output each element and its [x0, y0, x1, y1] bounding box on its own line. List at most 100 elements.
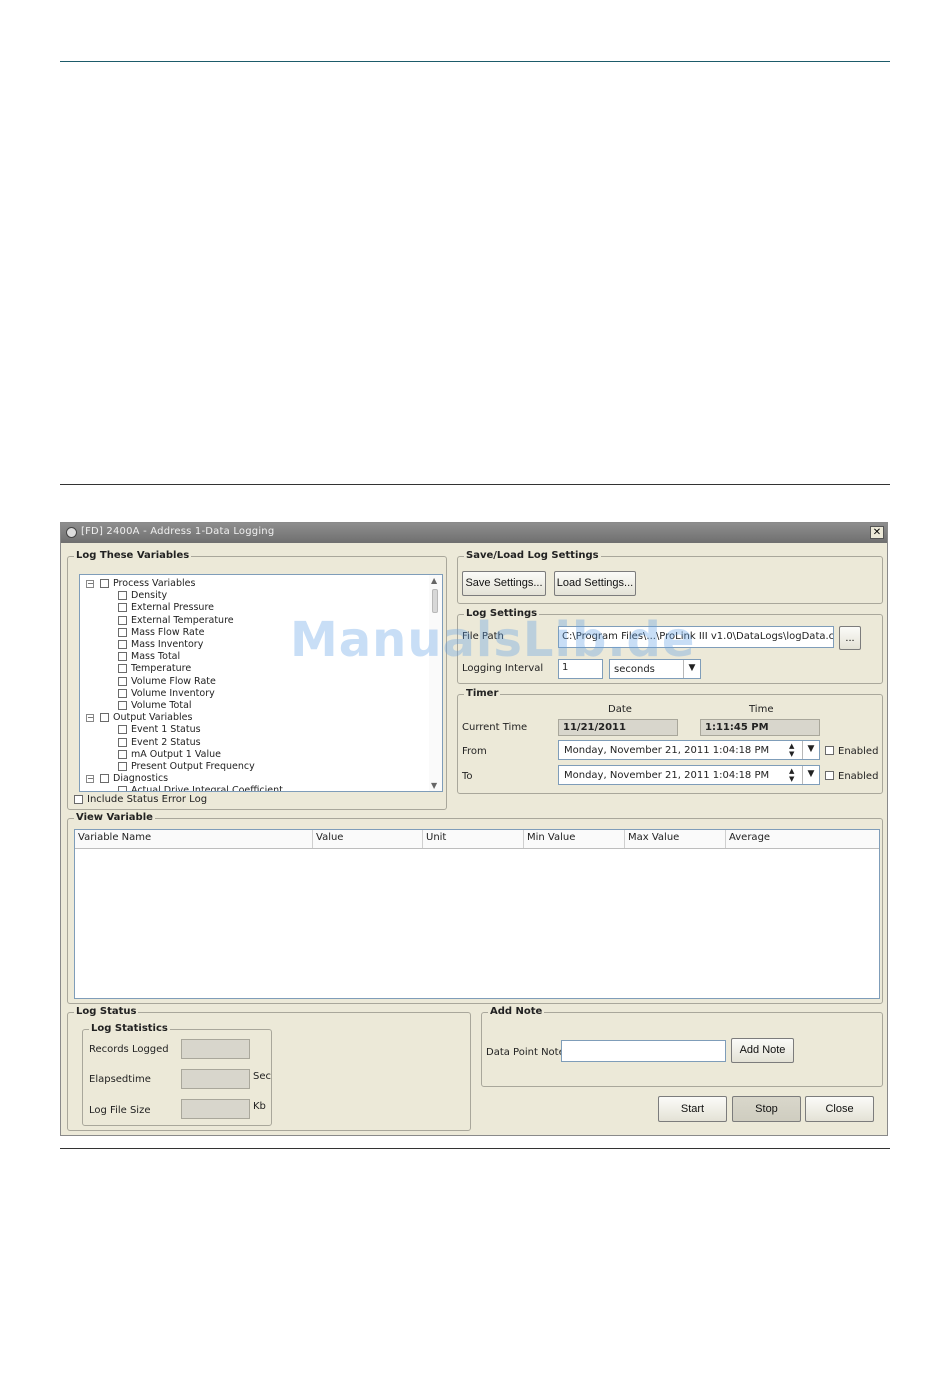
tree-node-checkbox[interactable] — [118, 688, 127, 698]
browse-button[interactable]: ... — [839, 626, 861, 650]
tree-node-checkbox[interactable] — [100, 579, 109, 588]
tree-node-checkbox[interactable] — [118, 652, 127, 662]
tree-node-label: Event 2 Status — [131, 736, 201, 748]
add-note-legend: Add Note — [488, 1006, 545, 1017]
variable-tree[interactable]: Process Variables − Density External Pressu… — [79, 574, 443, 792]
interval-unit-select[interactable]: seconds ▼ — [609, 659, 701, 679]
chevron-down-icon[interactable]: ▼ — [802, 766, 819, 784]
tree-node-checkbox[interactable] — [118, 725, 127, 735]
chevron-down-icon[interactable]: ▼ — [802, 741, 819, 759]
column-variable-name[interactable]: Variable Name — [78, 832, 151, 843]
current-date-value: 11/21/2011 — [558, 719, 678, 736]
tree-node-checkbox[interactable] — [118, 676, 127, 686]
tree-node-checkbox[interactable] — [118, 664, 127, 674]
tree-leaf-node[interactable]: mA Output 1 Value — [118, 749, 221, 760]
elapsed-time-field — [181, 1069, 250, 1089]
tree-node-checkbox[interactable] — [118, 701, 127, 710]
stop-button[interactable]: Stop — [732, 1096, 801, 1122]
tree-leaf-node[interactable]: Volume Total — [118, 700, 192, 711]
scroll-down-icon[interactable]: ▼ — [431, 781, 437, 790]
variable-table[interactable]: Variable Name Value Unit Min Value Max V… — [74, 829, 880, 999]
timer-group: Timer Date Time Current Time 11/21/2011 … — [457, 688, 883, 794]
from-datetime-picker[interactable]: Monday, November 21, 2011 1:04:18 PM ▲ ▼ … — [558, 740, 820, 760]
tree-node-label: Volume Inventory — [131, 687, 215, 699]
column-unit[interactable]: Unit — [426, 832, 446, 843]
chevron-down-icon[interactable]: ▼ — [683, 660, 700, 678]
tree-node-checkbox[interactable] — [118, 762, 127, 771]
tree-node-label: Process Variables — [113, 578, 196, 589]
logging-interval-input[interactable]: 1 — [558, 659, 603, 679]
tree-leaf-node[interactable]: Volume Inventory — [118, 687, 215, 699]
log-file-size-field — [181, 1099, 250, 1119]
tree-scrollbar[interactable]: ▲ ▼ — [429, 575, 442, 791]
app-icon — [66, 527, 77, 538]
tree-node-checkbox[interactable] — [118, 591, 127, 601]
tree-leaf-node[interactable]: Actual Drive Integral Coefficient — [118, 785, 283, 791]
tree-leaf-node[interactable]: Density — [118, 590, 167, 601]
file-path-input[interactable]: C:\Program Files\...\ProLink III v1.0\Da… — [558, 626, 834, 648]
to-spin-icon[interactable]: ▲ ▼ — [789, 767, 794, 783]
tree-node-checkbox[interactable] — [118, 749, 127, 759]
data-point-note-label: Data Point Note — [486, 1047, 565, 1058]
add-note-button[interactable]: Add Note — [731, 1038, 794, 1063]
tree-group-node[interactable]: Process Variables — [100, 578, 196, 589]
tree-leaf-node[interactable]: Event 2 Status — [118, 736, 201, 748]
tree-leaf-node[interactable]: External Pressure — [118, 602, 214, 614]
tree-node-checkbox[interactable] — [118, 737, 127, 747]
scroll-up-icon[interactable]: ▲ — [431, 576, 437, 585]
add-note-group: Add Note Data Point Note Add Note — [481, 1006, 883, 1087]
from-enabled-checkbox[interactable] — [825, 746, 834, 755]
load-settings-button[interactable]: Load Settings... — [554, 571, 636, 596]
collapse-icon[interactable]: − — [86, 714, 94, 723]
log-file-size-label: Log File Size — [89, 1105, 151, 1116]
records-logged-label: Records Logged — [89, 1044, 169, 1055]
tree-node-label: Present Output Frequency — [131, 761, 255, 772]
tree-group-node[interactable]: Diagnostics — [100, 773, 169, 785]
tree-node-checkbox[interactable] — [118, 615, 127, 625]
tree-leaf-node[interactable]: Volume Flow Rate — [118, 676, 216, 687]
to-label: To — [462, 771, 473, 782]
save-settings-button[interactable]: Save Settings... — [462, 571, 546, 596]
to-datetime-picker[interactable]: Monday, November 21, 2011 1:04:18 PM ▲ ▼ … — [558, 765, 820, 785]
column-min-value[interactable]: Min Value — [527, 832, 575, 843]
elapsed-time-unit: Sec — [253, 1071, 271, 1082]
from-datetime-value: Monday, November 21, 2011 1:04:18 PM — [564, 745, 770, 756]
scroll-thumb[interactable] — [432, 589, 438, 613]
collapse-icon[interactable]: − — [86, 580, 94, 588]
from-label: From — [462, 746, 487, 757]
column-max-value[interactable]: Max Value — [628, 832, 679, 843]
tree-node-checkbox[interactable] — [118, 640, 127, 649]
column-average[interactable]: Average — [729, 832, 770, 843]
tree-leaf-node[interactable]: External Temperature — [118, 615, 234, 626]
tree-group-node[interactable]: Output Variables — [100, 712, 192, 723]
tree-leaf-node[interactable]: Temperature — [118, 663, 191, 674]
start-button[interactable]: Start — [658, 1096, 727, 1122]
tree-node-checkbox[interactable] — [118, 603, 127, 613]
tree-node-checkbox[interactable] — [100, 713, 109, 723]
collapse-icon[interactable]: − — [86, 775, 94, 784]
tree-node-label: Diagnostics — [113, 773, 169, 785]
tree-node-label: External Pressure — [131, 602, 214, 614]
tree-leaf-node[interactable]: Mass Total — [118, 651, 180, 662]
tree-node-checkbox[interactable] — [100, 774, 109, 784]
close-window-button[interactable]: ✕ — [870, 526, 884, 539]
to-enabled-checkbox[interactable] — [825, 771, 834, 780]
tree-node-checkbox[interactable] — [118, 786, 127, 791]
to-datetime-value: Monday, November 21, 2011 1:04:18 PM — [564, 770, 770, 781]
elapsed-time-label: Elapsedtime — [89, 1074, 151, 1085]
column-value[interactable]: Value — [316, 832, 343, 843]
table-header: Variable Name Value Unit Min Value Max V… — [75, 830, 879, 849]
tree-leaf-node[interactable]: Present Output Frequency — [118, 761, 255, 772]
interval-unit-value: seconds — [614, 664, 655, 675]
window-titlebar[interactable]: [FD] 2400A - Address 1-Data Logging ✕ — [61, 523, 887, 543]
log-variables-legend: Log These Variables — [74, 550, 192, 561]
tree-leaf-node[interactable]: Mass Flow Rate — [118, 627, 204, 638]
include-status-checkbox[interactable] — [74, 795, 83, 804]
records-logged-field — [181, 1039, 250, 1059]
data-point-note-input[interactable] — [561, 1040, 726, 1062]
close-button[interactable]: Close — [805, 1096, 874, 1122]
tree-leaf-node[interactable]: Mass Inventory — [118, 639, 203, 650]
from-spin-icon[interactable]: ▲ ▼ — [789, 742, 794, 758]
tree-leaf-node[interactable]: Event 1 Status — [118, 724, 201, 735]
tree-node-checkbox[interactable] — [118, 627, 127, 637]
